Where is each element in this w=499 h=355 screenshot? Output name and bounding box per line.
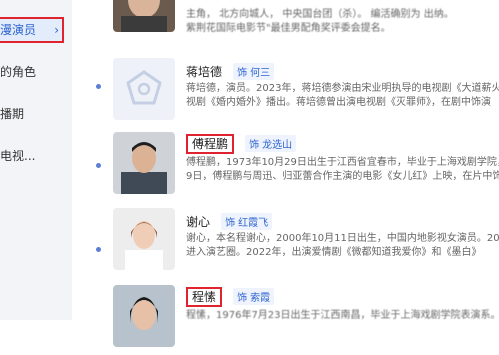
cast-card[interactable]: 主角， 北方向城人， 中央国台团（杀）。 编活确别为 出纳。 紫荆花国际电影节"… [113,0,499,40]
actor-name[interactable]: 谢心 [186,215,210,229]
actor-name[interactable]: 程愫 [186,286,223,307]
sidebar-item-actors[interactable]: 漫演员 › [0,17,64,43]
actor-name[interactable]: 蒋培德 [186,65,222,79]
avatar [113,132,175,194]
avatar [113,208,175,270]
cast-card[interactable]: 傅程鹏 饰龙选山 傅程鹏，1973年10月29日出生于江西省宜春市，毕业于上海戏… [113,132,499,202]
cast-card[interactable]: 程愫 饰索霞 程愫，1976年7月23日出生于江西南昌，毕业于上海戏剧学院表演系… [113,285,499,355]
role-tag[interactable]: 饰红霞飞 [221,213,273,230]
cast-description: 蒋培德，演员。2023年，蒋培德参演由宋业明执导的电视剧《大道薪火 视剧《婚内婚… [186,83,499,108]
avatar [113,285,175,347]
role-tag[interactable]: 饰何三 [233,63,275,80]
cast-name-line: 蒋培德 饰何三 [186,61,275,80]
actor-name[interactable]: 傅程鹏 [186,133,235,154]
cast-name-line: 傅程鹏 饰龙选山 [186,133,297,154]
avatar-placeholder-icon [113,58,175,120]
cast-description: 谢心，本名程谢心，2000年10月11日出生，中国内地影视女演员。20 进入演艺… [186,233,499,258]
cast-card[interactable]: 谢心 饰红霞飞 谢心，本名程谢心，2000年10月11日出生，中国内地影视女演员… [113,208,499,278]
cast-description: 主角， 北方向城人， 中央国台团（杀）。 编活确别为 出纳。 紫荆花国际电影节"… [186,9,454,34]
sidebar-item-tv[interactable]: 电视... [0,145,72,167]
timeline-dot [96,84,101,89]
chevron-right-icon: › [54,23,59,37]
role-tag[interactable]: 饰龙选山 [245,135,297,152]
cast-description: 傅程鹏，1973年10月29日出生于江西省宜春市，毕业于上海戏剧学院， 9日，傅… [186,157,499,182]
timeline-dot [96,163,101,168]
avatar [113,0,175,32]
cast-name-line: 谢心 饰红霞飞 [186,211,273,230]
role-tag[interactable]: 饰索霞 [233,288,275,305]
cast-card[interactable]: 蒋培德 饰何三 蒋培德，演员。2023年，蒋培德参演由宋业明执导的电视剧《大道薪… [113,58,499,128]
timeline-dot [96,247,101,252]
cast-description: 程愫，1976年7月23日出生于江西南昌，毕业于上海戏剧学院表演系。 [186,310,499,321]
sidebar-item-schedule[interactable]: 播期 [0,103,72,125]
sidebar: 漫演员 › 的角色 播期 电视... [0,0,72,320]
cast-name-line: 程愫 饰索霞 [186,286,275,307]
sidebar-item-roles[interactable]: 的角色 [0,61,72,83]
sidebar-item-label: 漫演员 [0,23,37,37]
